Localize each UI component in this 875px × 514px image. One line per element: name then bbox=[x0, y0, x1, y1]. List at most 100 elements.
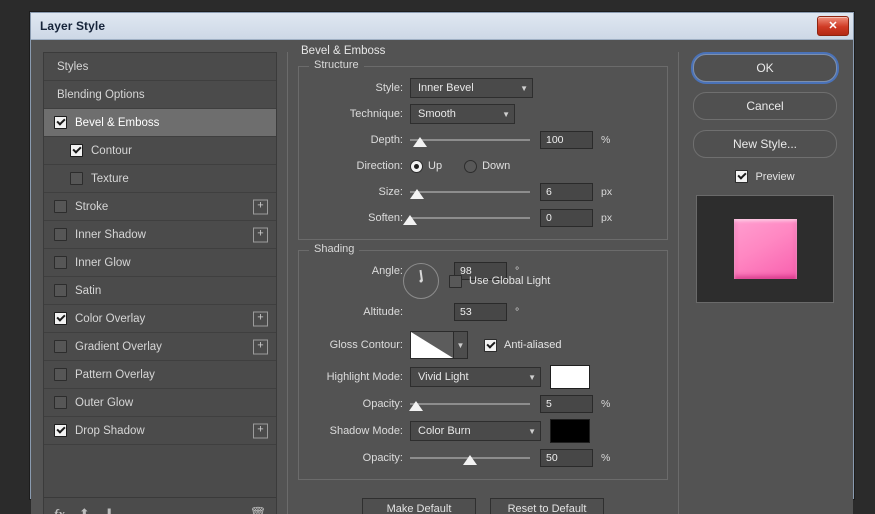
add-effect-icon[interactable]: + bbox=[253, 423, 268, 438]
style-item-checkbox[interactable] bbox=[54, 312, 67, 325]
structure-legend: Structure bbox=[309, 59, 364, 71]
style-item-blending-options[interactable]: Blending Options bbox=[44, 81, 276, 109]
style-item-label: Bevel & Emboss bbox=[75, 117, 159, 129]
soften-slider-thumb[interactable] bbox=[403, 215, 417, 225]
style-item-pattern-overlay[interactable]: Pattern Overlay bbox=[44, 361, 276, 389]
ok-button[interactable]: OK bbox=[693, 54, 837, 82]
style-item-checkbox[interactable] bbox=[54, 116, 67, 129]
highlight-color-swatch[interactable] bbox=[550, 365, 590, 389]
gloss-contour-dropdown-icon[interactable]: ▼ bbox=[454, 331, 468, 359]
style-item-checkbox[interactable] bbox=[54, 340, 67, 353]
dialog-titlebar: Layer Style ✕ bbox=[31, 13, 853, 40]
highlight-opacity-row: Opacity: 5 % bbox=[311, 393, 655, 415]
use-global-light-checkbox[interactable] bbox=[449, 275, 462, 288]
highlight-opacity-thumb[interactable] bbox=[409, 401, 423, 411]
size-label: Size: bbox=[311, 186, 410, 198]
direction-down-radio[interactable] bbox=[464, 160, 477, 173]
style-item-styles[interactable]: Styles bbox=[44, 53, 276, 81]
style-item-drop-shadow[interactable]: Drop Shadow+ bbox=[44, 417, 276, 445]
style-item-texture[interactable]: Texture bbox=[44, 165, 276, 193]
style-item-contour[interactable]: Contour bbox=[44, 137, 276, 165]
style-item-satin[interactable]: Satin bbox=[44, 277, 276, 305]
depth-slider[interactable] bbox=[410, 131, 530, 149]
style-item-stroke[interactable]: Stroke+ bbox=[44, 193, 276, 221]
direction-up-label: Up bbox=[428, 160, 442, 172]
gloss-contour-preview[interactable] bbox=[410, 331, 454, 359]
shading-group: Shading Angle: 98 ° bbox=[298, 250, 668, 480]
style-item-inner-glow[interactable]: Inner Glow bbox=[44, 249, 276, 277]
technique-select[interactable]: Smooth ▼ bbox=[410, 104, 515, 124]
shadow-opacity-thumb[interactable] bbox=[463, 455, 477, 465]
style-item-label: Gradient Overlay bbox=[75, 341, 162, 353]
styles-list[interactable]: Styles Blending Options Bevel & Emboss Cont… bbox=[44, 53, 276, 497]
style-select[interactable]: Inner Bevel ▼ bbox=[410, 78, 533, 98]
angle-dial-center bbox=[420, 280, 423, 283]
style-item-inner-shadow[interactable]: Inner Shadow+ bbox=[44, 221, 276, 249]
altitude-label: Altitude: bbox=[311, 306, 410, 318]
fx-icon[interactable]: fx bbox=[54, 507, 65, 514]
make-default-button[interactable]: Make Default bbox=[362, 498, 476, 514]
depth-label: Depth: bbox=[311, 134, 410, 146]
reset-to-default-button[interactable]: Reset to Default bbox=[490, 498, 604, 514]
highlight-opacity-slider[interactable] bbox=[410, 395, 530, 413]
style-row: Style: Inner Bevel ▼ bbox=[311, 77, 655, 99]
new-style-button[interactable]: New Style... bbox=[693, 130, 837, 158]
style-item-label: Color Overlay bbox=[75, 313, 145, 325]
depth-slider-thumb[interactable] bbox=[413, 137, 427, 147]
style-item-checkbox[interactable] bbox=[54, 200, 67, 213]
style-item-label: Satin bbox=[75, 285, 101, 297]
structure-group: Structure Style: Inner Bevel ▼ Technique… bbox=[298, 66, 668, 240]
style-item-outer-glow[interactable]: Outer Glow bbox=[44, 389, 276, 417]
style-item-color-overlay[interactable]: Color Overlay + bbox=[44, 305, 276, 333]
shadow-mode-select[interactable]: Color Burn ▼ bbox=[410, 421, 541, 441]
size-slider-thumb[interactable] bbox=[410, 189, 424, 199]
preview-checkbox[interactable] bbox=[735, 170, 748, 183]
soften-input[interactable]: 0 bbox=[540, 209, 593, 227]
defaults-button-row: Make Default Reset to Default bbox=[298, 490, 668, 514]
style-item-checkbox[interactable] bbox=[54, 256, 67, 269]
depth-row: Depth: 100 % bbox=[311, 129, 655, 151]
settings-panel: Bevel & Emboss Structure Style: Inner Be… bbox=[287, 52, 679, 514]
arrow-down-icon[interactable]: ⬇ bbox=[104, 507, 115, 514]
shadow-color-swatch[interactable] bbox=[550, 419, 590, 443]
angle-dial[interactable] bbox=[403, 263, 439, 299]
style-item-checkbox[interactable] bbox=[54, 228, 67, 241]
style-item-checkbox[interactable] bbox=[54, 396, 67, 409]
depth-input[interactable]: 100 bbox=[540, 131, 593, 149]
shadow-opacity-input[interactable]: 50 bbox=[540, 449, 593, 467]
style-item-checkbox[interactable] bbox=[70, 144, 83, 157]
gloss-contour-label: Gloss Contour: bbox=[311, 339, 410, 351]
soften-slider-track bbox=[410, 217, 530, 219]
arrow-up-icon[interactable]: ⬆ bbox=[79, 507, 90, 514]
add-effect-icon[interactable]: + bbox=[253, 339, 268, 354]
trash-icon[interactable]: 🗑 bbox=[249, 507, 266, 514]
close-icon: ✕ bbox=[828, 21, 837, 32]
add-effect-icon[interactable]: + bbox=[253, 311, 268, 326]
highlight-opacity-input[interactable]: 5 bbox=[540, 395, 593, 413]
style-item-checkbox[interactable] bbox=[54, 284, 67, 297]
soften-label: Soften: bbox=[311, 212, 410, 224]
add-effect-icon[interactable]: + bbox=[253, 227, 268, 242]
size-slider[interactable] bbox=[410, 183, 530, 201]
shadow-mode-label: Shadow Mode: bbox=[311, 425, 410, 437]
size-input[interactable]: 6 bbox=[540, 183, 593, 201]
highlight-opacity-label: Opacity: bbox=[311, 398, 410, 410]
preview-toggle[interactable]: Preview bbox=[735, 170, 794, 183]
highlight-mode-select[interactable]: Vivid Light ▼ bbox=[410, 367, 541, 387]
anti-aliased-checkbox[interactable] bbox=[484, 339, 497, 352]
style-item-bevel-emboss[interactable]: Bevel & Emboss bbox=[44, 109, 276, 137]
close-button[interactable]: ✕ bbox=[817, 16, 849, 36]
style-item-label: Blending Options bbox=[57, 89, 145, 101]
style-item-checkbox[interactable] bbox=[54, 368, 67, 381]
soften-slider[interactable] bbox=[410, 209, 530, 227]
altitude-input[interactable]: 53 bbox=[454, 303, 507, 321]
use-global-light-label: Use Global Light bbox=[469, 275, 550, 287]
direction-up-radio[interactable] bbox=[410, 160, 423, 173]
style-item-checkbox[interactable] bbox=[70, 172, 83, 185]
cancel-button[interactable]: Cancel bbox=[693, 92, 837, 120]
add-effect-icon[interactable]: + bbox=[253, 199, 268, 214]
shadow-opacity-slider[interactable] bbox=[410, 449, 530, 467]
style-item-gradient-overlay[interactable]: Gradient Overlay + bbox=[44, 333, 276, 361]
soften-unit: px bbox=[601, 212, 612, 224]
style-item-checkbox[interactable] bbox=[54, 424, 67, 437]
